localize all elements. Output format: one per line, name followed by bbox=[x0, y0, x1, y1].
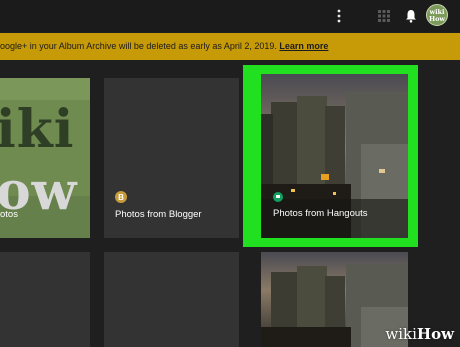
avatar-text-how: How bbox=[428, 15, 446, 23]
wikihow-art-text-1: iki bbox=[0, 99, 75, 160]
bell-icon[interactable] bbox=[405, 9, 417, 23]
avatar[interactable]: wiki How bbox=[426, 4, 448, 26]
wikihow-watermark: wikiHow bbox=[385, 325, 454, 343]
hangouts-icon bbox=[273, 192, 283, 202]
album-tile-1[interactable]: iki ow otos bbox=[0, 78, 90, 238]
album-label-2: Photos from Blogger bbox=[115, 209, 202, 220]
top-bar: wiki How bbox=[0, 0, 460, 32]
album-tile-5[interactable] bbox=[104, 252, 239, 347]
watermark-how: How bbox=[416, 325, 454, 343]
vertical-dots-icon[interactable] bbox=[334, 8, 344, 24]
watermark-wiki: wiki bbox=[385, 325, 417, 343]
deletion-banner: oogle+ in your Album Archive will be del… bbox=[0, 33, 460, 60]
album-label-3: Photos from Hangouts bbox=[273, 208, 368, 219]
album-tile-4[interactable] bbox=[0, 252, 90, 347]
album-tile-2[interactable]: B Photos from Blogger bbox=[104, 78, 239, 238]
blogger-icon-letter: B bbox=[118, 193, 124, 202]
blogger-icon: B bbox=[115, 191, 127, 203]
grid-apps-icon[interactable] bbox=[378, 10, 390, 22]
banner-text: oogle+ in your Album Archive will be del… bbox=[0, 41, 280, 51]
album-label-1: otos bbox=[0, 209, 18, 220]
album-tile-hangouts[interactable]: Photos from Hangouts bbox=[261, 74, 408, 238]
learn-more-link[interactable]: Learn more bbox=[279, 41, 328, 51]
